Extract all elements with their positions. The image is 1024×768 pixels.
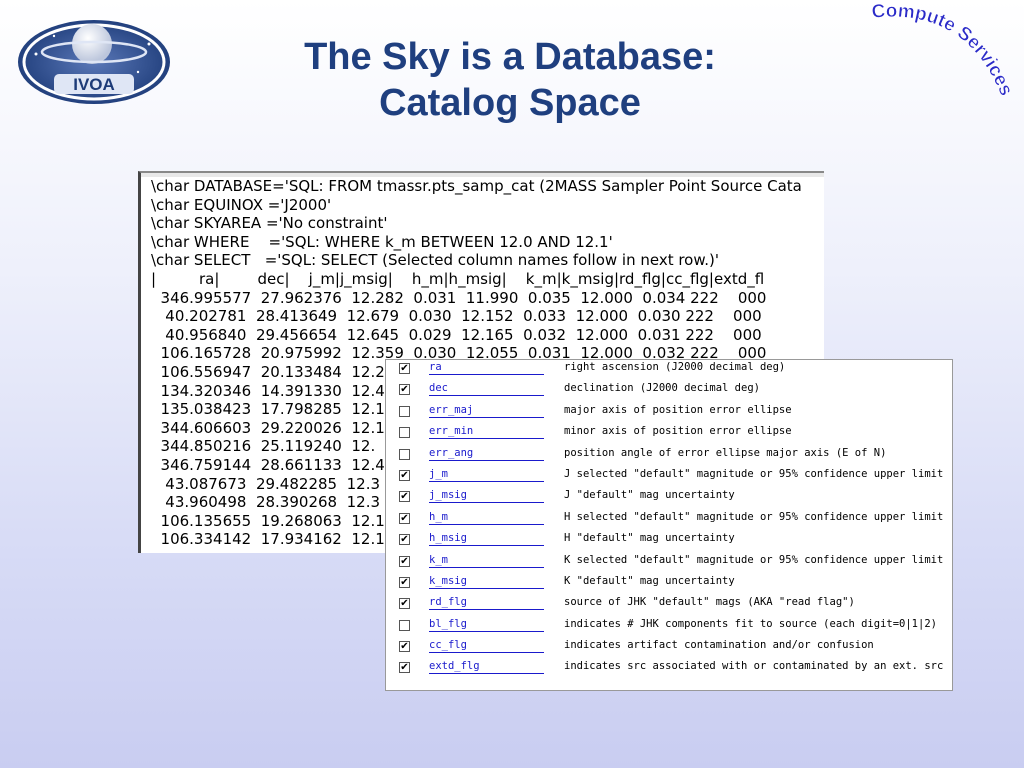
column-row: err_ang position angle of error ellipse m…: [386, 446, 952, 467]
column-row: ✔ j_m J selected "default" magnitude or 95…: [386, 467, 952, 488]
column-checkbox[interactable]: ✔: [399, 491, 410, 503]
sql-line: \char WHERE ='SQL: WHERE k_m BETWEEN 12.…: [151, 232, 613, 251]
column-name-link[interactable]: k_m: [429, 554, 544, 568]
slide-title: The Sky is a Database: Catalog Space: [180, 34, 840, 126]
column-checkbox[interactable]: ✔: [399, 384, 410, 396]
column-description: major axis of position error ellipse: [564, 403, 792, 416]
column-description: indicates artifact contamination and/or …: [564, 639, 874, 652]
column-name-link[interactable]: ra: [429, 361, 544, 375]
column-name-link[interactable]: extd_flg: [429, 660, 544, 675]
sql-line: 40.202781 28.413649 12.679 0.030 12.152 …: [151, 307, 762, 326]
column-name-link[interactable]: bl_flg: [429, 618, 544, 632]
column-checkbox[interactable]: [399, 448, 410, 460]
column-checkbox[interactable]: ✔: [399, 598, 410, 610]
column-name-link[interactable]: h_msig: [429, 532, 544, 547]
logo-text: IVOA: [73, 75, 115, 94]
column-description: indicates src associated with or contami…: [564, 660, 944, 673]
column-description: minor axis of position error ellipse: [564, 425, 792, 438]
column-row: ✔ dec declination (J2000 decimal deg): [386, 381, 952, 402]
column-row: ✔ cc_flg indicates artifact contamination …: [386, 638, 952, 659]
sql-line: 346.995577 27.962376 12.282 0.031 11.990…: [151, 288, 767, 307]
column-description: J "default" mag uncertainty: [564, 489, 735, 502]
sql-line: \char DATABASE='SQL: FROM tmassr.pts_sam…: [151, 177, 802, 195]
column-name-link[interactable]: dec: [429, 382, 544, 397]
sql-line: \char SELECT ='SQL: SELECT (Selected col…: [151, 251, 719, 270]
column-row: err_min minor axis of position error elli…: [386, 424, 952, 445]
column-row: ✔ k_m K selected "default" magnitude or 95…: [386, 553, 952, 574]
column-row: bl_flg indicates # JHK components fit to …: [386, 617, 952, 638]
column-description: J selected "default" magnitude or 95% co…: [564, 467, 944, 480]
column-description: declination (J2000 decimal deg): [564, 382, 760, 395]
ivoa-logo: IVOA: [18, 20, 170, 104]
column-row: ✔ h_msig H "default" mag uncertainty: [386, 531, 952, 552]
title-line-1: The Sky is a Database:: [304, 36, 716, 78]
sql-line: \char EQUINOX ='J2000': [151, 195, 332, 214]
column-row: ✔ h_m H selected "default" magnitude or 95…: [386, 510, 952, 531]
compute-services-badge: Compute Services: [871, 0, 1017, 99]
column-description: K "default" mag uncertainty: [564, 574, 735, 587]
sql-line: \char SKYAREA ='No constraint': [151, 214, 388, 233]
column-checkbox[interactable]: [399, 619, 410, 631]
column-description: indicates # JHK components fit to source…: [564, 617, 937, 630]
column-description: H "default" mag uncertainty: [564, 532, 735, 545]
column-row: ✔ k_msig K "default" mag uncertainty: [386, 574, 952, 595]
column-name-link[interactable]: err_maj: [429, 404, 544, 418]
column-row: ✔ extd_flg indicates src associated with o…: [386, 659, 952, 680]
sql-line: | ra| dec| j_m|j_msig| h_m|h_msig| k_m|k…: [151, 269, 765, 288]
column-name-link[interactable]: k_msig: [429, 575, 544, 589]
column-selection-panel: ✔ ra right ascension (J2000 decimal deg) ✔ d…: [385, 359, 953, 691]
column-row: ✔ rd_flg source of JHK "default" mags (AKA…: [386, 595, 952, 616]
column-checkbox[interactable]: ✔: [399, 555, 410, 567]
column-name-link[interactable]: j_msig: [429, 489, 544, 504]
sql-line: 40.956840 29.456654 12.645 0.029 12.165 …: [151, 325, 762, 344]
column-name-link[interactable]: cc_flg: [429, 639, 544, 654]
column-checkbox[interactable]: ✔: [399, 363, 410, 374]
column-checkbox[interactable]: ✔: [399, 512, 410, 524]
title-line-2: Catalog Space: [379, 82, 641, 124]
column-description: K selected "default" magnitude or 95% co…: [564, 553, 944, 566]
column-checkbox[interactable]: [399, 405, 410, 417]
column-checkbox[interactable]: ✔: [399, 469, 410, 481]
svg-text:Compute Services: Compute Services: [871, 1, 1017, 99]
column-checkbox[interactable]: ✔: [399, 641, 410, 653]
column-description: H selected "default" magnitude or 95% co…: [564, 510, 944, 523]
column-checkbox[interactable]: [399, 427, 410, 439]
column-row: err_maj major axis of position error elli…: [386, 403, 952, 424]
column-checkbox[interactable]: ✔: [399, 662, 410, 674]
column-description: right ascension (J2000 decimal deg): [564, 361, 786, 373]
column-description: position angle of error ellipse major ax…: [564, 446, 887, 459]
column-name-link[interactable]: err_ang: [429, 447, 544, 461]
column-row: ✔ ra right ascension (J2000 decimal deg): [386, 360, 952, 381]
column-name-link[interactable]: h_m: [429, 511, 544, 525]
column-name-link[interactable]: err_min: [429, 425, 544, 440]
column-description: source of JHK "default" mags (AKA "read …: [564, 596, 855, 609]
column-checkbox[interactable]: ✔: [399, 576, 410, 588]
column-name-link[interactable]: j_m: [429, 468, 544, 482]
column-name-link[interactable]: rd_flg: [429, 596, 544, 611]
column-row: ✔ j_msig J "default" mag uncertainty: [386, 488, 952, 509]
badge-text: Compute Services: [871, 0, 1017, 99]
column-checkbox[interactable]: ✔: [399, 534, 410, 546]
